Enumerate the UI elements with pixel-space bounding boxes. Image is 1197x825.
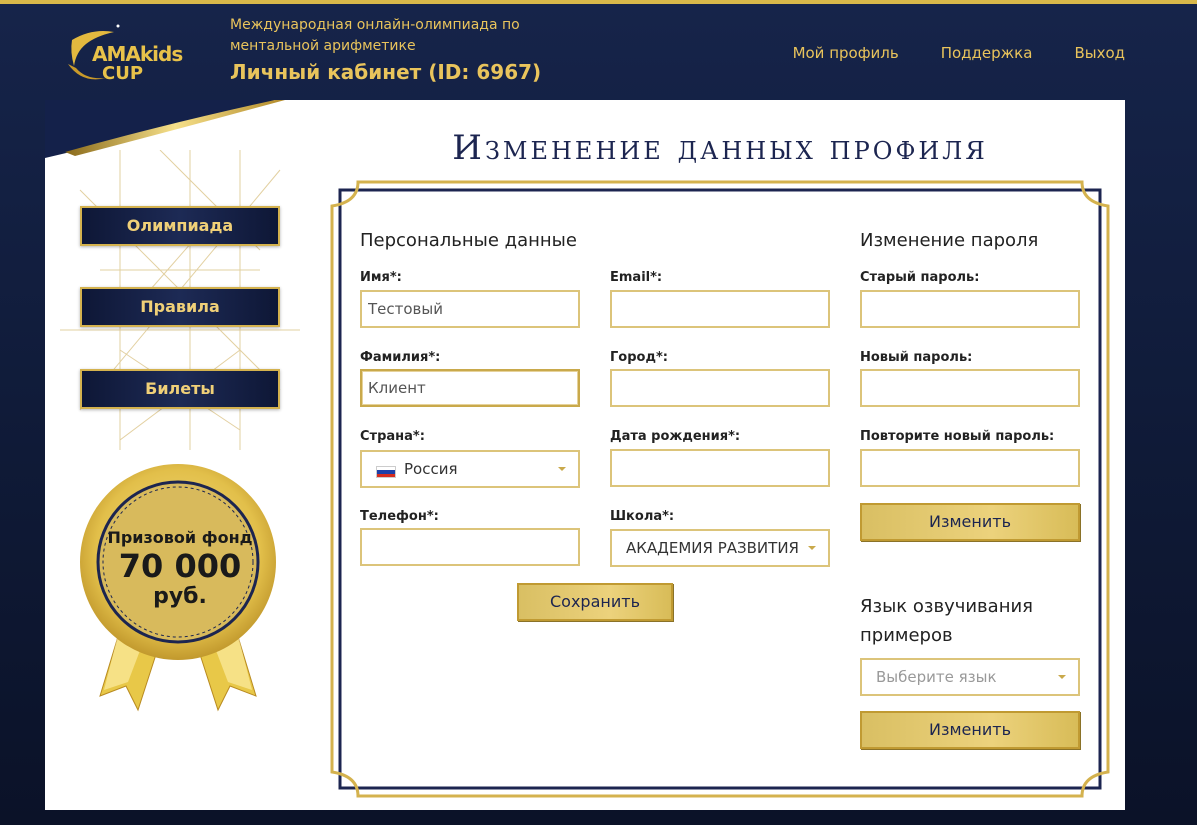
last-name-field[interactable] <box>360 369 580 407</box>
country-select[interactable]: Россия <box>360 450 580 488</box>
repeat-password-field[interactable] <box>860 449 1080 487</box>
personal-data-heading: Персональные данные <box>360 230 577 251</box>
new-password-label: Новый пароль: <box>860 350 973 365</box>
change-password-button[interactable]: Изменить <box>860 503 1080 541</box>
sidebar-tickets-button[interactable]: Билеты <box>80 369 280 409</box>
country-label: Страна*: <box>360 429 425 444</box>
save-button[interactable]: Сохранить <box>517 583 673 621</box>
old-password-label: Старый пароль: <box>860 270 980 285</box>
birthdate-field[interactable] <box>610 449 830 487</box>
school-label: Школа*: <box>610 509 675 524</box>
nav-logout[interactable]: Выход <box>1074 44 1125 62</box>
language-heading: Язык озвучивания примеров <box>860 596 1033 646</box>
birthdate-label: Дата рождения*: <box>610 429 741 444</box>
city-field[interactable] <box>610 369 830 407</box>
nav-my-profile[interactable]: Мой профиль <box>793 44 899 62</box>
school-select[interactable]: АКАДЕМИЯ РАЗВИТИЯ <box>610 529 830 567</box>
sidebar-olympiad-button[interactable]: Олимпиада <box>80 206 280 246</box>
form-frame <box>330 180 1110 798</box>
top-nav: Мой профиль Поддержка Выход <box>793 44 1125 62</box>
repeat-password-label: Повторите новый пароль: <box>860 429 1055 444</box>
prize-label: Призовой фонд <box>107 528 253 547</box>
logo-subtext: CUP <box>102 63 144 84</box>
old-password-field[interactable] <box>860 290 1080 328</box>
first-name-label: Имя*: <box>360 270 402 285</box>
nav-support[interactable]: Поддержка <box>941 44 1033 62</box>
russia-flag-icon <box>376 466 396 478</box>
chevron-down-icon <box>558 467 566 471</box>
prize-fund: Призовой фонд 70 000 руб. <box>78 528 282 609</box>
sidebar-rules-button[interactable]: Правила <box>80 287 280 327</box>
country-value: Россия <box>404 460 458 478</box>
top-accent-line <box>0 0 1197 4</box>
amakids-cup-logo[interactable]: AMAkids CUP <box>62 22 202 92</box>
email-field[interactable] <box>610 290 830 328</box>
chevron-down-icon <box>808 546 816 550</box>
phone-field[interactable] <box>360 528 580 566</box>
email-label: Email*: <box>610 270 663 285</box>
cabinet-title: Личный кабинет (ID: 6967) <box>230 60 542 84</box>
change-language-button[interactable]: Изменить <box>860 711 1080 749</box>
prize-amount: 70 000 <box>118 547 242 585</box>
first-name-field[interactable] <box>360 290 580 328</box>
language-placeholder: Выберите язык <box>876 668 997 686</box>
phone-label: Телефон*: <box>360 509 439 524</box>
last-name-label: Фамилия*: <box>360 350 441 365</box>
city-label: Город*: <box>610 350 668 365</box>
page-title: Изменение данных профиля <box>452 128 988 168</box>
chevron-down-icon <box>1058 675 1066 679</box>
new-password-field[interactable] <box>860 369 1080 407</box>
prize-currency: руб. <box>153 584 207 609</box>
school-value: АКАДЕМИЯ РАЗВИТИЯ <box>626 539 799 557</box>
password-heading: Изменение пароля <box>860 230 1039 251</box>
site-subtitle: Международная онлайн-олимпиада по ментал… <box>230 17 520 54</box>
language-select[interactable]: Выберите язык <box>860 658 1080 696</box>
